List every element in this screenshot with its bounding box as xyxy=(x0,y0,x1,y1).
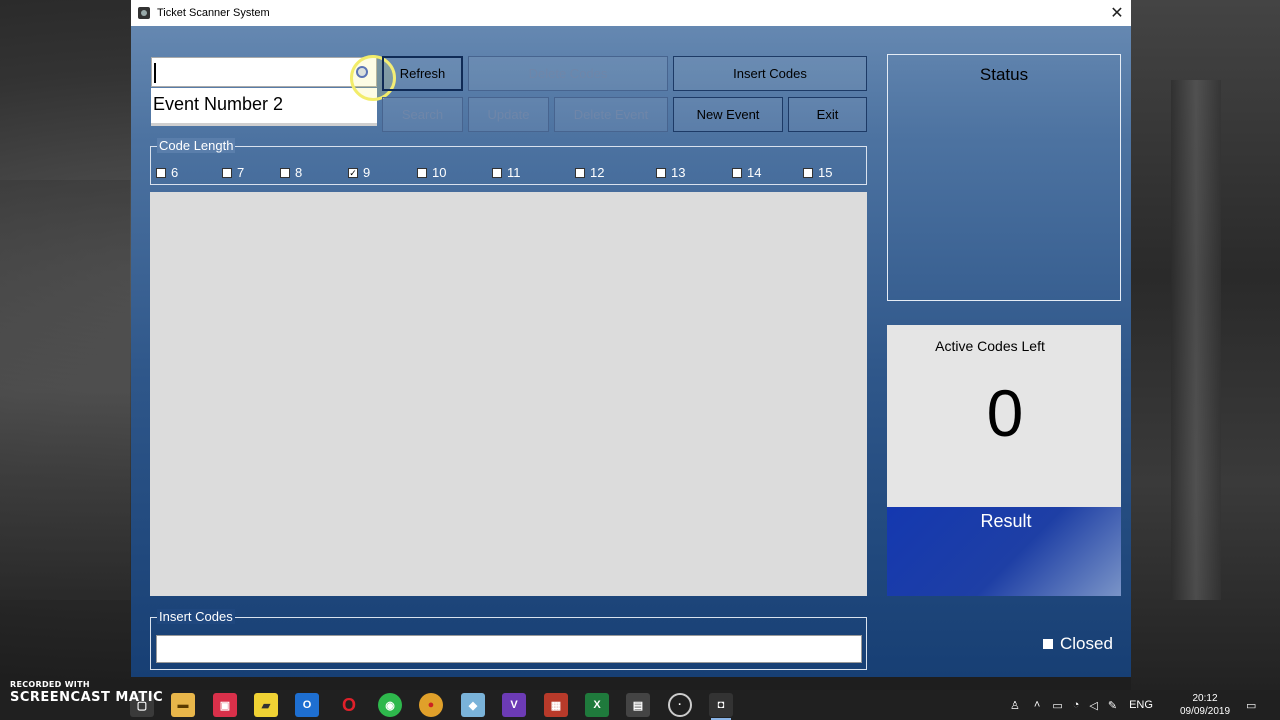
outlook-icon[interactable]: O xyxy=(295,693,319,717)
active-codes-label: Active Codes Left xyxy=(935,338,1045,354)
result-panel: Result xyxy=(887,507,1121,596)
exit-button[interactable]: Exit xyxy=(788,97,867,132)
visual-studio-icon[interactable]: V xyxy=(502,693,526,717)
language-indicator[interactable]: ENG xyxy=(1129,699,1153,711)
code-length-option[interactable]: 8 xyxy=(280,165,302,180)
code-length-option[interactable]: 15 xyxy=(803,165,832,180)
chrome-icon[interactable]: ● xyxy=(419,693,443,717)
window-title: Ticket Scanner System xyxy=(157,7,270,19)
close-icon[interactable]: ✕ xyxy=(1103,0,1131,26)
notifications-icon[interactable]: ▭ xyxy=(1246,690,1256,720)
calculator-icon[interactable]: ▤ xyxy=(626,693,650,717)
radio-icon[interactable]: ◉ xyxy=(378,693,402,717)
clock-time: 20:12 xyxy=(1192,693,1218,704)
checkbox[interactable] xyxy=(575,167,585,178)
result-label: Result xyxy=(980,511,1032,531)
clock-date: 09/09/2019 xyxy=(1179,706,1231,717)
refresh-button[interactable]: Refresh xyxy=(382,56,463,91)
new-event-button[interactable]: New Event xyxy=(673,97,783,132)
code-length-option[interactable]: 11 xyxy=(492,165,521,180)
checkbox[interactable] xyxy=(280,167,290,178)
insert-codes-button[interactable]: Insert Codes xyxy=(673,56,867,91)
closed-label: Closed xyxy=(1060,634,1113,653)
ticket-scanner-task-icon[interactable]: ◘ xyxy=(709,693,733,720)
pen-icon[interactable]: ✎ xyxy=(1108,699,1117,712)
cortana-icon[interactable]: · xyxy=(668,693,692,717)
event-dropdown-list: Event Number 2 xyxy=(151,88,377,126)
code-length-option[interactable]: 12 xyxy=(575,165,604,180)
title-bar: Ticket Scanner System ✕ xyxy=(131,0,1131,26)
checkbox[interactable]: ✓ xyxy=(348,167,358,178)
chevron-up-icon[interactable]: ˄ xyxy=(1034,699,1040,711)
desktop-wallpaper-left xyxy=(0,180,130,600)
checkbox[interactable] xyxy=(222,167,232,178)
checkbox[interactable] xyxy=(656,167,666,178)
status-title: Status xyxy=(979,65,1029,84)
status-panel: Status xyxy=(887,54,1121,301)
people-icon[interactable]: ♙ xyxy=(1010,699,1020,712)
gift-icon[interactable]: ▣ xyxy=(213,693,237,717)
event-option[interactable]: Event Number 2 xyxy=(153,94,283,115)
checkbox[interactable] xyxy=(492,167,502,178)
active-codes-panel: Active Codes Left 0 xyxy=(887,325,1121,507)
code-length-group: Code Length 6 7 8 ✓ 9 10 11 12 13 14 15 xyxy=(150,138,867,185)
delete-codes-button[interactable]: Delete Codes xyxy=(468,56,668,91)
checkbox[interactable] xyxy=(417,167,427,178)
checkbox[interactable] xyxy=(803,167,813,178)
code-length-option[interactable]: 14 xyxy=(732,165,761,180)
code-length-option[interactable]: 6 xyxy=(156,165,178,180)
excel-icon[interactable]: X xyxy=(585,693,609,717)
closed-indicator: Closed xyxy=(1043,634,1113,654)
desktop-wallpaper-right xyxy=(1131,0,1280,690)
insert-codes-group: Insert Codes xyxy=(150,609,867,670)
file-explorer-icon[interactable]: ▬ xyxy=(171,693,195,717)
active-codes-count: 0 xyxy=(986,376,1024,450)
system-tray: ♙ ˄ ▭ ◔ ◁ ✎ ENG xyxy=(1010,690,1153,720)
search-button[interactable]: Search xyxy=(382,97,463,132)
checkbox[interactable] xyxy=(732,167,742,178)
recording-watermark: RECORDED WITH SCREENCAST MATIC xyxy=(10,680,164,705)
event-combo-box[interactable] xyxy=(151,57,377,87)
battery-icon[interactable]: ▭ xyxy=(1052,699,1062,712)
checkbox[interactable] xyxy=(156,167,166,178)
volume-icon[interactable]: ◁ xyxy=(1089,699,1097,712)
clock[interactable]: 20:12 09/09/2019 xyxy=(1172,690,1238,720)
sticky-notes-icon[interactable]: ▰ xyxy=(254,693,278,717)
insert-codes-legend: Insert Codes xyxy=(157,609,235,624)
insert-codes-input[interactable] xyxy=(156,635,862,663)
code-length-legend: Code Length xyxy=(157,138,236,153)
text-caret xyxy=(154,63,156,83)
app-icon xyxy=(138,7,150,19)
app-icon-blue[interactable]: ◆ xyxy=(461,693,485,717)
delete-event-button[interactable]: Delete Event xyxy=(554,97,668,132)
opera-icon[interactable]: O xyxy=(337,693,361,717)
app-window: Ticket Scanner System ✕ Event Number 2 R… xyxy=(131,0,1131,677)
archive-icon[interactable]: ▦ xyxy=(544,693,568,717)
update-button[interactable]: Update xyxy=(468,97,549,132)
code-length-option[interactable]: 13 xyxy=(656,165,685,180)
code-length-option[interactable]: 7 xyxy=(222,165,244,180)
code-length-option[interactable]: ✓ 9 xyxy=(348,165,370,180)
code-length-option[interactable]: 10 xyxy=(417,165,446,180)
network-icon[interactable]: ◔ xyxy=(1073,699,1080,711)
codes-list-box[interactable] xyxy=(150,192,867,596)
status-square-icon xyxy=(1043,639,1053,649)
